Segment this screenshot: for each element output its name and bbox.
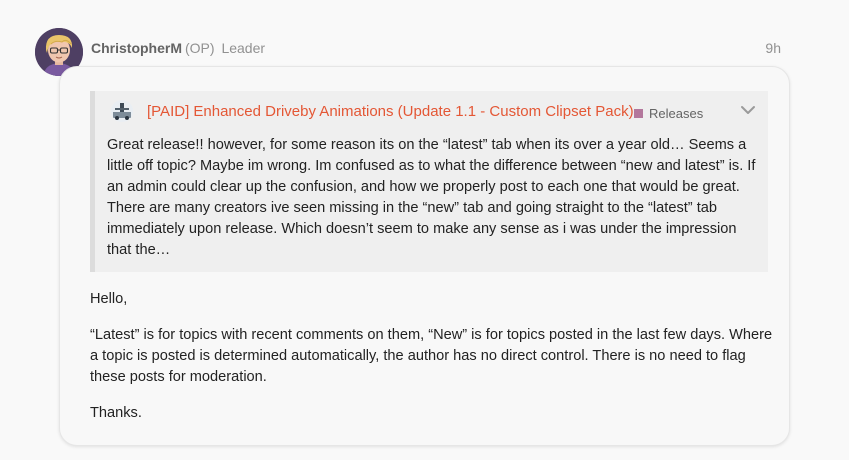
chevron-down-icon[interactable] [740,102,756,118]
quote-header: [PAID] Enhanced Driveby Animations (Upda… [107,100,768,122]
quote-avatar[interactable] [111,100,133,122]
category-label: Releases [649,106,704,121]
user-title: Leader [221,40,266,56]
quote-block: [PAID] Enhanced Driveby Animations (Upda… [90,91,768,272]
post-paragraph: “Latest” is for topics with recent comme… [90,327,773,385]
category-color-swatch [634,109,643,118]
category-badge[interactable]: Releases [634,106,703,121]
username[interactable]: ChristopherM [91,40,182,56]
post-greeting: Hello, [90,291,128,307]
post-date[interactable]: 9h [765,40,781,56]
op-tag: (OP) [185,40,215,56]
quoted-topic-link[interactable]: [PAID] Enhanced Driveby Animations (Upda… [147,103,634,121]
post-signoff: Thanks. [90,405,142,421]
forum-post: ChristopherM (OP) Leader 9h [PAID] Enhanc… [0,0,849,460]
quote-text: Great release!! however, for some reason… [107,137,756,258]
post-meta: ChristopherM (OP) Leader [91,40,265,56]
